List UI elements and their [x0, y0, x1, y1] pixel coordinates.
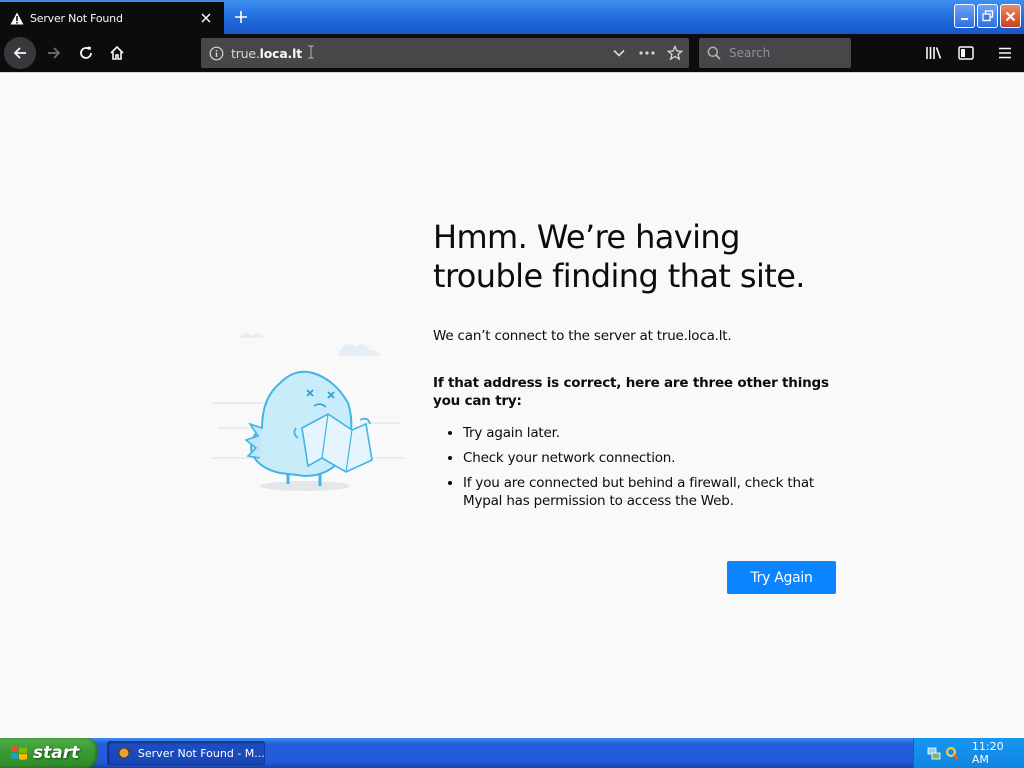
tips-list: Try again later. Check your network conn…	[433, 424, 853, 510]
search-bar[interactable]	[699, 38, 851, 68]
text-cursor-icon	[307, 45, 315, 62]
sidebar-button[interactable]	[950, 37, 982, 69]
restore-button[interactable]	[977, 4, 998, 28]
tip-item: If you are connected but behind a firewa…	[463, 474, 833, 510]
home-icon	[110, 45, 124, 60]
restore-icon	[981, 10, 993, 22]
sidebar-icon	[958, 46, 974, 60]
chevron-down-icon[interactable]	[605, 38, 633, 68]
tab-title: Server Not Found	[30, 11, 123, 25]
tip-item: Try again later.	[463, 424, 833, 442]
start-label: start	[33, 743, 80, 763]
taskbar-item-label: Server Not Found - M...	[137, 746, 264, 760]
close-icon	[1005, 11, 1016, 21]
reload-button[interactable]	[70, 37, 102, 69]
warning-icon	[10, 11, 24, 25]
new-tab-button[interactable]	[228, 5, 254, 29]
page-title: Hmm. We’re having trouble finding that s…	[433, 218, 805, 295]
clock: 11:20 AM	[971, 740, 1004, 766]
window-controls	[954, 4, 1021, 28]
windows-logo-icon	[11, 746, 27, 760]
menu-button[interactable]	[989, 37, 1021, 69]
url-plain: true.	[231, 45, 260, 61]
tab-server-not-found[interactable]: Server Not Found	[0, 2, 224, 34]
search-icon	[699, 46, 729, 60]
try-again-button[interactable]: Try Again	[727, 561, 836, 594]
network-icon[interactable]	[926, 745, 942, 761]
start-button[interactable]: start	[0, 738, 98, 768]
search-tray-icon[interactable]	[944, 745, 960, 761]
close-tab-icon[interactable]	[198, 10, 214, 26]
minimize-button[interactable]	[954, 4, 975, 28]
tips-heading: If that address is correct, here are thr…	[433, 375, 829, 409]
system-tray: 11:20 AM	[913, 738, 1024, 768]
plus-icon	[235, 11, 247, 23]
arrow-left-icon	[13, 47, 26, 59]
url-text[interactable]: true.loca.lt	[231, 46, 605, 61]
confused-dinosaur-illustration	[212, 333, 405, 491]
mypal-app-icon	[116, 747, 132, 759]
home-button[interactable]	[101, 37, 133, 69]
title-bar: Server Not Found	[0, 0, 1024, 34]
taskbar-item-browser[interactable]: Server Not Found - M...	[107, 741, 265, 765]
back-button[interactable]	[4, 37, 36, 69]
tip-item: Check your network connection.	[463, 449, 833, 467]
forward-button[interactable]	[38, 37, 70, 69]
library-icon	[926, 47, 942, 59]
library-button[interactable]	[918, 37, 950, 69]
reload-icon	[80, 46, 92, 59]
page-actions-icon[interactable]	[633, 38, 661, 68]
url-bar[interactable]: true.loca.lt	[201, 38, 689, 68]
hamburger-menu-icon	[999, 47, 1011, 59]
bookmark-star-icon[interactable]	[661, 38, 689, 68]
info-icon[interactable]	[201, 38, 231, 68]
close-window-button[interactable]	[1000, 4, 1021, 28]
error-description: We can’t connect to the server at true.l…	[433, 328, 732, 344]
navigation-toolbar: true.loca.lt	[0, 34, 1024, 72]
arrow-right-icon	[48, 47, 61, 59]
minimize-icon	[960, 18, 968, 20]
error-page: Hmm. We’re having trouble finding that s…	[0, 72, 1024, 738]
url-domain: loca.lt	[259, 45, 303, 61]
taskbar: start Server Not Found - M... 11:20 AM	[0, 738, 1024, 768]
search-input[interactable]	[729, 46, 839, 60]
error-content: Hmm. We’re having trouble finding that s…	[433, 218, 853, 517]
